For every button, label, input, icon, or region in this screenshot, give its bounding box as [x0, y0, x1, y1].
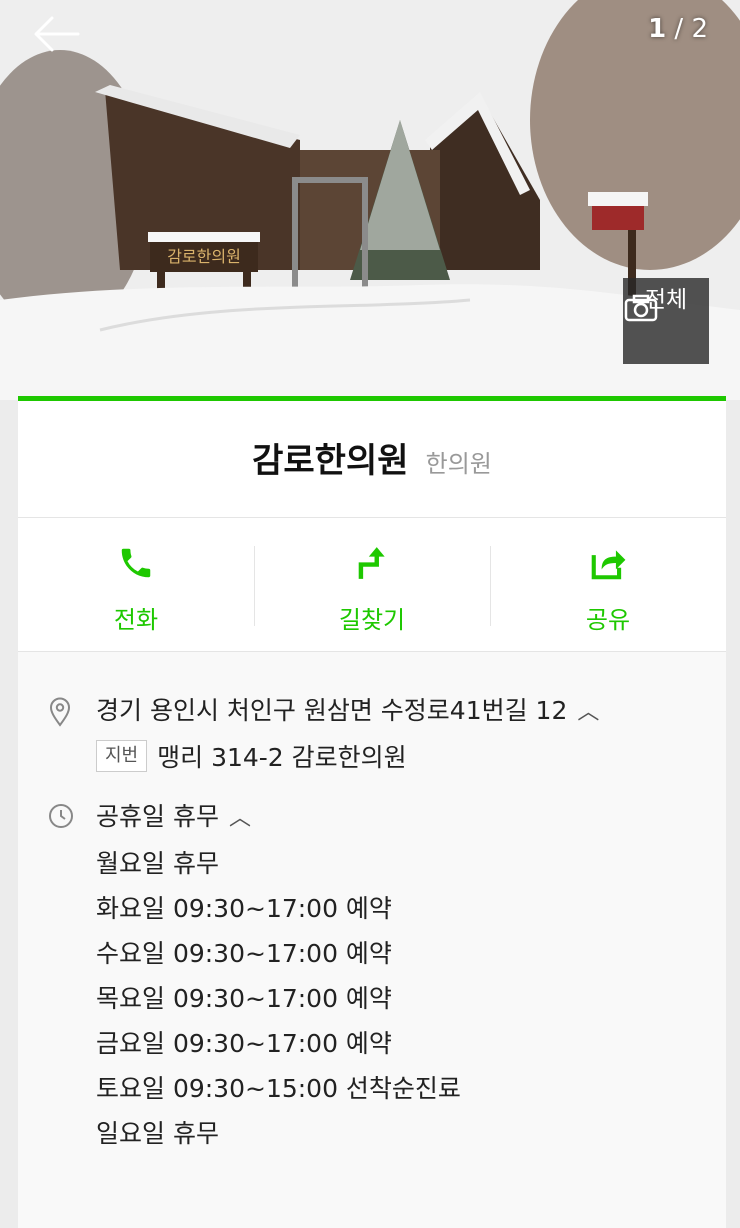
hours-day-row: 일요일 휴무 [96, 1119, 219, 1148]
call-label: 전화 [113, 606, 159, 634]
hours-toggle-icon[interactable]: ︿ [229, 796, 251, 841]
call-button[interactable]: 전화 [18, 518, 254, 651]
photo-counter-current: 1 [648, 14, 667, 44]
directions-button[interactable]: 길찾기 [254, 518, 490, 651]
place-info-card: 감로한의원 한의원 전화 길찾기 공유 경기 용인시 처인구 원삼면 수정로41… [18, 396, 726, 1228]
jibun-address: 맹리 314-2 감로한의원 [157, 743, 407, 772]
back-button[interactable] [30, 12, 86, 56]
hours-day-row: 토요일 09:30~15:00 선착순진료 [96, 1074, 461, 1103]
jibun-row: 지번 맹리 314-2 감로한의원 [18, 735, 726, 780]
place-details: 경기 용인시 처인구 원삼면 수정로41번길 12 ︿ 지번 맹리 314-2 감로… [18, 652, 726, 1228]
address-toggle-icon[interactable]: ︿ [577, 690, 599, 735]
place-photo[interactable]: 감로한의원 1 / 2 전체 [0, 0, 740, 400]
hours-summary-row[interactable]: 공휴일 휴무 ︿ [18, 794, 726, 841]
hours-day-row: 수요일 09:30~17:00 예약 [96, 939, 392, 968]
road-address: 경기 용인시 처인구 원삼면 수정로41번길 12 [96, 696, 568, 725]
hours-day-row: 금요일 09:30~17:00 예약 [96, 1029, 392, 1058]
action-bar: 전화 길찾기 공유 [18, 518, 726, 652]
share-label: 공유 [585, 606, 631, 634]
all-photos-button[interactable]: 전체 [623, 278, 709, 364]
clock-icon [49, 804, 73, 828]
hours-summary: 공휴일 휴무 [96, 802, 219, 831]
address-row[interactable]: 경기 용인시 처인구 원삼면 수정로41번길 12 ︿ [18, 688, 726, 735]
location-pin-icon [49, 697, 71, 727]
share-icon [591, 550, 626, 580]
clinic-sign-text: 감로한의원 [167, 247, 241, 266]
directions-label: 길찾기 [338, 606, 406, 634]
hours-day-row: 월요일 휴무 [96, 849, 219, 878]
share-button[interactable]: 공유 [490, 518, 726, 651]
phone-icon [121, 548, 151, 578]
photo-counter: 1 / 2 [648, 14, 708, 44]
place-category: 한의원 [425, 450, 492, 478]
camera-icon [624, 294, 658, 322]
back-arrow-icon [34, 16, 80, 52]
place-title-row: 감로한의원 한의원 [18, 401, 726, 518]
photo-counter-total: / 2 [674, 14, 708, 44]
hours-day-row: 목요일 09:30~17:00 예약 [96, 984, 392, 1013]
jibun-tag: 지번 [96, 740, 148, 772]
hours-day-row: 화요일 09:30~17:00 예약 [96, 894, 392, 923]
directions-icon [358, 547, 385, 579]
place-name: 감로한의원 [252, 441, 409, 481]
